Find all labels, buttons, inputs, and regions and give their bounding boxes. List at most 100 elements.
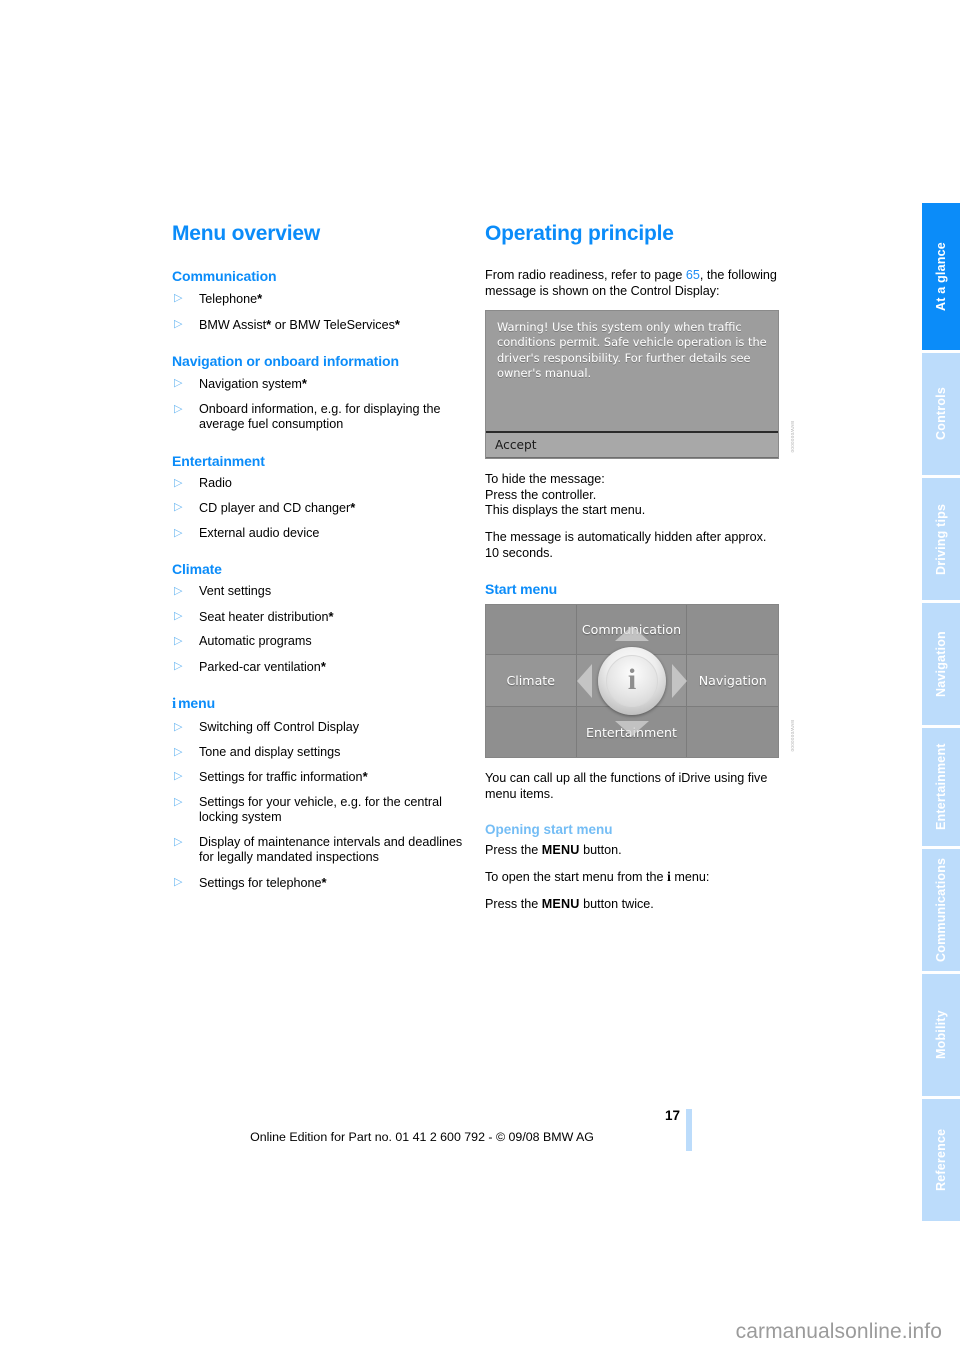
page-number: 17	[664, 1108, 680, 1123]
chevron-right-icon[interactable]	[672, 664, 687, 699]
list-item: ▷ Telephone*	[172, 291, 468, 308]
triangle-right-icon: ▷	[174, 795, 183, 808]
list-item: ▷ Automatic programs	[172, 634, 468, 650]
instruction-text-post: button twice.	[579, 896, 654, 911]
sidebar-tab-label: At a glance	[934, 242, 948, 311]
list-item-label: BMW Assist	[199, 317, 267, 332]
list-item-label: Settings for your vehicle, e.g. for the …	[199, 794, 442, 825]
sidebar-tab-entertainment[interactable]: Entertainment	[922, 728, 960, 846]
sidebar-tab-label: Controls	[934, 387, 948, 441]
optional-equipment-star: *	[328, 608, 334, 624]
intro-text-pre: From radio readiness, refer to page	[485, 268, 686, 282]
site-watermark: carmanualsonline.info	[735, 1320, 942, 1343]
figure-credit: BMW0000000	[790, 720, 795, 753]
list-item: ▷ Vent settings	[172, 584, 468, 600]
list-item: ▷ Radio	[172, 476, 468, 492]
sidebar-tab-communications[interactable]: Communications	[922, 849, 960, 971]
list-item-label-cont: or BMW TeleServices	[271, 317, 395, 332]
list-i-menu: ▷ Switching off Control Display ▷ Tone a…	[172, 720, 468, 891]
list-item: ▷ Display of maintenance intervals and d…	[172, 835, 468, 866]
start-menu-item-navigation[interactable]: Navigation	[687, 655, 778, 707]
sidebar-tab-mobility[interactable]: Mobility	[922, 974, 960, 1096]
triangle-right-icon: ▷	[174, 377, 183, 389]
start-menu-controller: i	[576, 625, 688, 737]
edition-notice: Online Edition for Part no. 01 41 2 600 …	[250, 1130, 594, 1144]
sidebar-tab-controls[interactable]: Controls	[922, 353, 960, 475]
instruction-text-pre: Press the	[485, 896, 542, 911]
list-item: ▷ Settings for telephone*	[172, 875, 468, 892]
optional-equipment-star: *	[321, 874, 327, 890]
page-cross-reference[interactable]: 65	[686, 268, 700, 282]
triangle-right-icon: ▷	[174, 745, 183, 758]
sidebar-tab-label: Navigation	[934, 631, 948, 697]
menu-button-label: MENU	[541, 843, 580, 858]
auto-hide-text: The message is automatically hidden afte…	[485, 529, 767, 560]
page-title: Menu overview	[172, 222, 320, 245]
instruction-text-pre: To open the start menu from the	[485, 869, 668, 884]
sidebar-tab-at-a-glance[interactable]: At a glance	[922, 203, 960, 350]
instruction-text-post: menu:	[670, 869, 710, 884]
section-heading-i-menu: i menu	[172, 695, 468, 713]
triangle-right-icon: ▷	[174, 659, 183, 672]
instruction-line: Press the controller.	[485, 487, 597, 502]
opening-instruction-1: Press the MENU button.	[485, 843, 781, 859]
start-menu-label: Climate	[506, 673, 555, 689]
triangle-right-icon: ▷	[174, 770, 183, 782]
instruction-text-pre: Press the	[485, 843, 542, 858]
control-display-screen: Warning! Use this system only when traff…	[485, 310, 779, 460]
list-item: ▷ Tone and display settings	[172, 745, 468, 761]
figure-start-menu: Communication Climate Navigation Enterta…	[485, 604, 795, 759]
warning-message-text: Warning! Use this system only when traff…	[497, 320, 767, 380]
list-item-label: Switching off Control Display	[199, 720, 360, 734]
instruction-text-post: button.	[579, 843, 622, 858]
list-item: ▷ Settings for your vehicle, e.g. for th…	[172, 795, 468, 826]
hide-message-instructions: To hide the message: Press the controlle…	[485, 472, 781, 519]
list-climate: ▷ Vent settings ▷ Seat heater distributi…	[172, 584, 468, 675]
list-item: ▷ External audio device	[172, 526, 468, 542]
triangle-right-icon: ▷	[174, 526, 183, 539]
start-menu-cell-empty	[486, 706, 577, 758]
start-menu-cell-empty	[687, 707, 778, 757]
section-heading-start-menu: Start menu	[485, 581, 558, 598]
list-item-label: Automatic programs	[199, 634, 312, 648]
subsection-heading-opening-start-menu: Opening start menu	[485, 822, 613, 838]
controller-knob-inner: i	[606, 655, 658, 708]
instruction-line: This displays the start menu.	[485, 503, 646, 518]
sidebar-tab-label: Driving tips	[934, 503, 948, 575]
chevron-down-icon[interactable]	[615, 721, 649, 737]
opening-instruction-2: To open the start menu from the i menu:	[485, 870, 781, 886]
instruction-line: To hide the message:	[485, 472, 605, 487]
chevron-up-icon[interactable]	[615, 626, 649, 642]
triangle-right-icon: ▷	[174, 317, 183, 330]
opening-instruction-3: Press the MENU button twice.	[485, 897, 781, 913]
list-item-label: Onboard information, e.g. for displaying…	[199, 401, 441, 432]
info-i-icon: i	[627, 663, 637, 697]
controller-knob[interactable]: i	[598, 647, 666, 716]
chevron-left-icon[interactable]	[577, 664, 592, 699]
optional-equipment-star: *	[362, 769, 368, 784]
sidebar-tab-label: Reference	[934, 1128, 948, 1192]
start-menu-description: You can call up all the functions of iDr…	[485, 771, 768, 801]
section-heading-navigation: Navigation or onboard information	[172, 353, 399, 369]
manual-page: At a glance Controls Driving tips Naviga…	[0, 0, 960, 1358]
section-heading-communication: Communication	[172, 268, 277, 284]
triangle-right-icon: ▷	[174, 635, 183, 647]
sidebar-tab-navigation[interactable]: Navigation	[922, 603, 960, 725]
list-item-label: Settings for traffic information	[199, 770, 363, 784]
accept-button[interactable]: Accept	[486, 431, 778, 459]
sidebar-tab-label: Mobility	[934, 1010, 948, 1060]
list-item-label: Seat heater distribution	[199, 609, 329, 624]
list-item: ▷ Parked-car ventilation*	[172, 659, 468, 676]
footer-accent-bar	[686, 1109, 692, 1151]
list-item-label: Telephone	[199, 292, 258, 306]
list-item: ▷ Onboard information, e.g. for displayi…	[172, 402, 468, 433]
start-menu-item-climate[interactable]: Climate	[486, 655, 577, 707]
start-menu-cell-empty	[486, 605, 577, 656]
left-column: Menu overview Communication ▷ Telephone*…	[172, 222, 468, 900]
optional-equipment-star: *	[350, 500, 356, 515]
triangle-right-icon: ▷	[174, 402, 183, 415]
sidebar-tab-reference[interactable]: Reference	[922, 1099, 960, 1221]
sidebar-tab-label: Entertainment	[934, 743, 948, 831]
list-item: ▷ BMW Assist* or BMW TeleServices*	[172, 317, 468, 334]
sidebar-tab-driving-tips[interactable]: Driving tips	[922, 478, 960, 600]
